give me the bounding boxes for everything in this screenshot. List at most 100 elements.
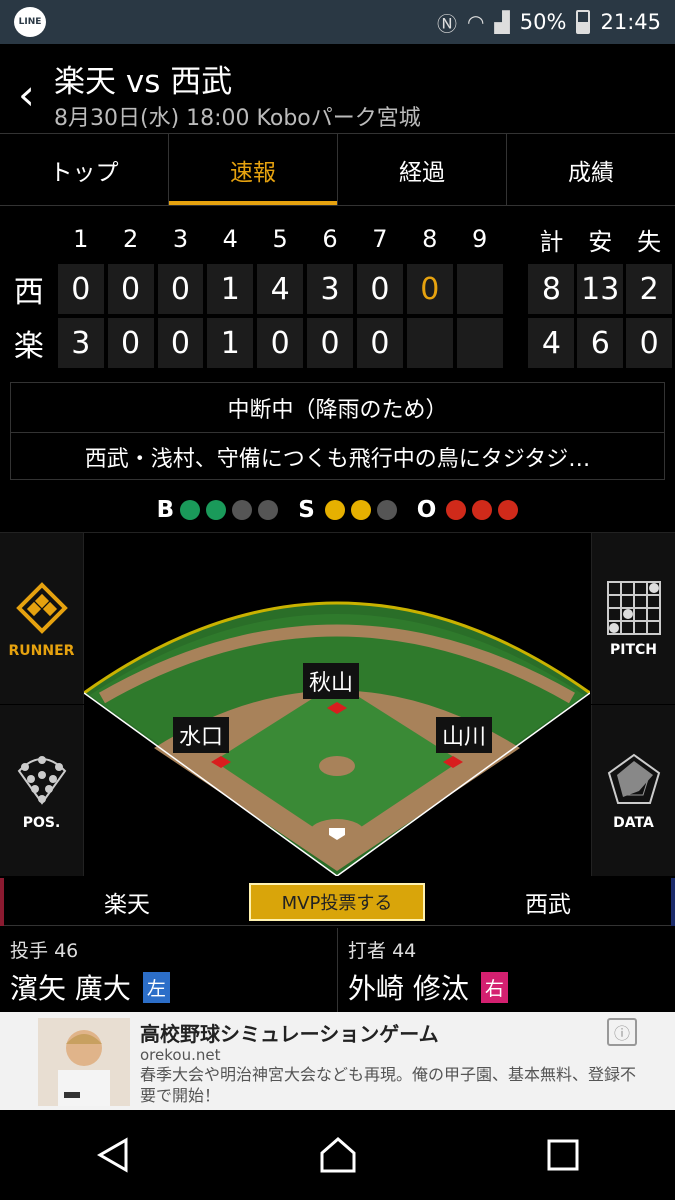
batter-name: 外崎 修汰 <box>348 972 469 1005</box>
game-subtitle: 8月30日(水) 18:00 Koboパーク宮城 <box>54 106 421 131</box>
ball-dot <box>180 500 201 520</box>
total-header-errors: 失 <box>637 227 662 256</box>
android-nav-bar <box>0 1110 675 1200</box>
inning-score: 4 <box>257 264 304 314</box>
strike-dot <box>350 500 371 520</box>
total-runs: 4 <box>528 318 575 368</box>
nav-back-icon[interactable] <box>83 1125 143 1185</box>
inning-score: 3 <box>57 318 104 368</box>
field-panel: RUNNER POS. PITCH DATA 秋山 水口 山川 <box>0 532 675 876</box>
total-errors: 2 <box>626 264 673 314</box>
ad-banner[interactable]: 高校野球シミュレーションゲーム orekou.net 春季大会や明治神宮大会など… <box>0 1012 675 1110</box>
inning-score: 1 <box>207 264 254 314</box>
battery-icon <box>576 10 591 34</box>
inning-score-current: 0 <box>406 264 453 314</box>
ad-info-icon[interactable]: ⓘ <box>607 1018 637 1046</box>
inning-score: 0 <box>307 318 353 368</box>
strike-label: S <box>298 497 315 523</box>
tab-stats[interactable]: 成績 <box>507 134 675 205</box>
runner-button[interactable]: RUNNER <box>0 533 84 704</box>
pitcher-panel[interactable]: 投手 46 濱矢 廣大左 <box>0 928 338 1012</box>
clock: 21:45 <box>600 10 661 34</box>
pitch-label: PITCH <box>609 641 657 658</box>
ad-url: orekou.net <box>140 1046 221 1064</box>
inning-score: 3 <box>307 264 353 314</box>
runner-diamond-icon <box>15 581 68 634</box>
batter-panel[interactable]: 打者 44 外崎 修汰右 <box>338 928 675 1012</box>
right-fielder-tag[interactable]: 山川 <box>436 717 493 753</box>
batter-role: 打者 <box>348 940 387 962</box>
back-arrow-icon[interactable]: ‹ <box>18 70 35 119</box>
inning-header: 7 <box>372 225 388 253</box>
pitch-grid-icon <box>606 580 661 635</box>
pitch-button[interactable]: PITCH <box>591 533 675 704</box>
tab-live[interactable]: 速報 <box>169 134 338 205</box>
inning-score: 0 <box>157 318 204 368</box>
game-title: 楽天 vs 西武 <box>54 64 233 100</box>
strike-dot <box>376 500 397 520</box>
batter-number: 44 <box>392 940 417 962</box>
out-dot <box>472 500 493 520</box>
ball-dot <box>206 500 227 520</box>
scoreboard-row-home: 楽 3 0 0 1 0 0 0 4 6 0 <box>0 318 675 368</box>
pitcher-number: 46 <box>54 940 79 962</box>
inning-score: 0 <box>157 264 204 314</box>
away-team-label: 西武 <box>425 878 675 926</box>
inning-header: 5 <box>272 225 288 253</box>
out-dot <box>498 500 519 520</box>
radar-chart-icon <box>607 753 660 804</box>
data-button[interactable]: DATA <box>591 705 675 876</box>
inning-score: 0 <box>356 318 403 368</box>
home-team-label: 楽天 <box>0 878 250 926</box>
inning-score: 1 <box>207 318 254 368</box>
nav-recents-icon[interactable] <box>533 1125 593 1185</box>
pitcher-role: 投手 <box>10 940 49 962</box>
out-label: O <box>416 497 437 523</box>
current-players: 投手 46 濱矢 廣大左 打者 44 外崎 修汰右 <box>0 928 675 1012</box>
total-header-hits: 安 <box>588 227 613 256</box>
game-header: ‹ 楽天 vs 西武 8月30日(水) 18:00 Koboパーク宮城 <box>0 44 675 134</box>
total-runs: 8 <box>528 264 575 314</box>
center-fielder-tag[interactable]: 秋山 <box>303 663 360 699</box>
ball-dot <box>232 500 253 520</box>
line-app-icon: LINE <box>14 7 46 37</box>
left-fielder-tag[interactable]: 水口 <box>173 717 230 753</box>
inning-header: 1 <box>73 225 89 253</box>
total-header-runs: 計 <box>539 227 564 256</box>
signal-icon: ▟ <box>494 10 510 34</box>
nav-home-icon[interactable] <box>308 1125 368 1185</box>
team-abbrev: 西 <box>13 275 44 310</box>
baseball-field <box>84 601 590 876</box>
position-label: POS. <box>22 814 61 831</box>
runner-label: RUNNER <box>8 642 75 659</box>
scoreboard-row-away: 西 0 0 0 1 4 3 0 0 8 13 2 <box>0 264 675 314</box>
teams-bar: 楽天 MVP投票する 西武 <box>0 878 675 926</box>
position-dots-icon <box>17 755 66 805</box>
ball-dot <box>258 500 279 520</box>
inning-score: 0 <box>107 318 154 368</box>
batter-hand-badge: 右 <box>480 971 508 1003</box>
out-dot <box>446 500 467 520</box>
inning-score: 0 <box>356 264 403 314</box>
inning-score <box>456 318 503 368</box>
ad-description: 春季大会や明治神宮大会なども再現。俺の甲子園、基本無料、登録不要で開始！ <box>140 1065 637 1105</box>
total-errors: 0 <box>626 318 673 368</box>
nfc-icon: Ⓝ <box>436 11 457 36</box>
inning-header: 3 <box>172 225 189 253</box>
inning-score <box>406 318 453 368</box>
inning-header: 8 <box>422 225 438 253</box>
position-button[interactable]: POS. <box>0 705 84 876</box>
news-headline-link[interactable]: 西武・浅村、守備につくも飛行中の鳥にタジタジ… <box>11 433 664 481</box>
inning-score: 0 <box>107 264 154 314</box>
inning-header: 6 <box>322 225 338 253</box>
inning-header: 4 <box>222 225 238 253</box>
tab-top[interactable]: トップ <box>0 134 169 205</box>
tab-progress[interactable]: 経過 <box>338 134 507 205</box>
mvp-vote-button[interactable]: MVP投票する <box>249 883 425 921</box>
inning-score: 0 <box>57 264 104 314</box>
ball-label: B <box>156 497 175 523</box>
wifi-icon: ◠ <box>466 10 485 34</box>
team-abbrev: 楽 <box>13 329 44 364</box>
pitcher-hand-badge: 左 <box>142 971 170 1003</box>
scoreboard-header-row: 1 2 3 4 5 6 7 8 9 計 安 失 <box>0 218 675 260</box>
